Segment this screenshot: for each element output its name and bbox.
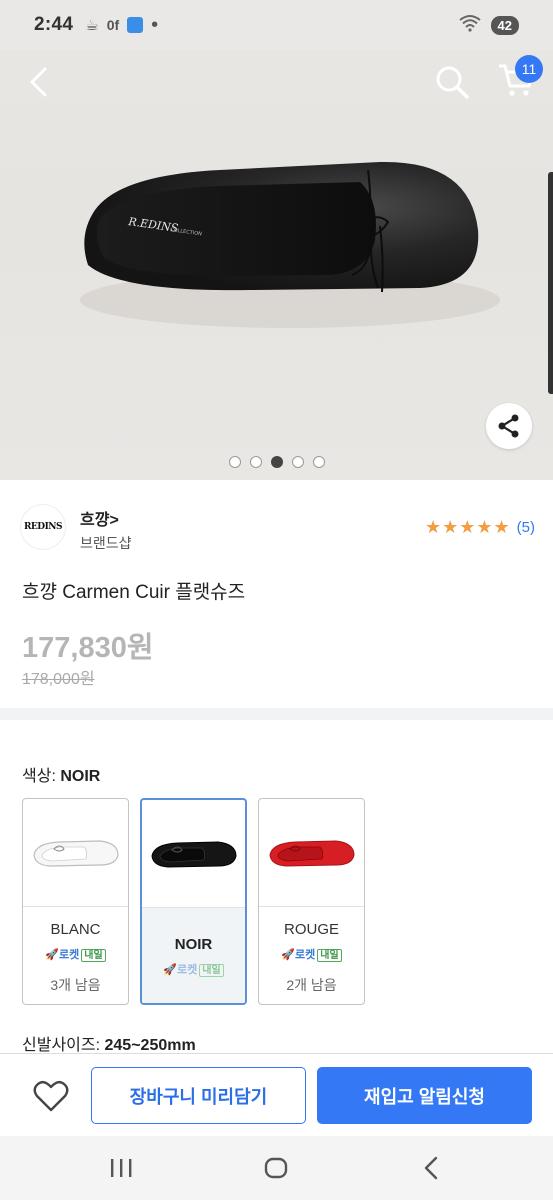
swatch-name: ROUGE bbox=[283, 921, 339, 938]
brand-logo[interactable]: REDINS bbox=[20, 504, 66, 550]
back-arrow-icon bbox=[424, 1156, 438, 1180]
battery-indicator: 42 bbox=[490, 15, 519, 35]
stock-remaining: 2개 남음 bbox=[286, 977, 337, 993]
pagination-dot[interactable] bbox=[291, 456, 304, 468]
rating[interactable]: ★ ★ ★ ★ ★ (5) bbox=[425, 518, 535, 536]
rocket-label: 로켓 bbox=[177, 964, 198, 976]
star-icon: ★ bbox=[476, 517, 493, 537]
rocket-delivery-badge: 🚀로켓 내일 bbox=[142, 961, 245, 977]
swatch-name: NOIR bbox=[174, 936, 213, 953]
brand-name-link[interactable]: 흐꺙> bbox=[80, 506, 119, 530]
status-notification-icons: ☕ 0f • bbox=[85, 14, 159, 36]
pagination-dot-active[interactable] bbox=[270, 456, 283, 468]
next-day-badge: 내일 bbox=[199, 964, 224, 977]
color-swatch-blanc[interactable]: BLANC 🚀로켓 내일 3개 남음 bbox=[22, 798, 129, 1005]
recent-apps-button[interactable] bbox=[101, 1152, 141, 1184]
share-icon bbox=[498, 414, 519, 438]
color-selected-value: NOIR bbox=[60, 768, 101, 785]
cart-count-badge: 11 bbox=[515, 55, 543, 83]
wishlist-button[interactable] bbox=[28, 1074, 74, 1118]
pagination-dot[interactable] bbox=[249, 456, 262, 468]
status-bar: 2:44 ☕ 0f • 42 bbox=[0, 0, 553, 50]
stock-remaining: 3개 남음 bbox=[50, 977, 101, 993]
bottom-action-bar: 장바구니 미리담기 재입고 알림신청 bbox=[0, 1053, 553, 1136]
system-back-button[interactable] bbox=[411, 1152, 451, 1184]
rocket-label: 로켓 bbox=[59, 949, 80, 961]
swatch-image bbox=[259, 799, 364, 907]
rocket-label: 로켓 bbox=[295, 949, 316, 961]
more-dot-icon: • bbox=[151, 14, 159, 36]
swatch-info: ROUGE 🚀로켓 내일 2개 남음 bbox=[259, 907, 364, 1004]
add-to-cart-button[interactable]: 장바구니 미리담기 bbox=[91, 1067, 306, 1124]
star-icon: ★ bbox=[424, 517, 442, 537]
share-button[interactable] bbox=[486, 403, 532, 449]
sale-price: 177,830원 bbox=[22, 632, 154, 664]
brand-shop-label: 브랜드샵 bbox=[80, 535, 132, 551]
color-option-label: 색상: NOIR bbox=[22, 762, 100, 786]
system-nav-bar bbox=[0, 1136, 553, 1200]
size-label-text: 신발사이즈: bbox=[22, 1037, 101, 1054]
gallery-pagination bbox=[0, 456, 553, 468]
home-button[interactable] bbox=[256, 1152, 296, 1184]
swatch-info: BLANC 🚀로켓 내일 3개 남음 bbox=[23, 907, 128, 1004]
search-button[interactable] bbox=[430, 60, 474, 104]
color-swatch-noir[interactable]: NOIR 🚀로켓 내일 bbox=[140, 798, 247, 1005]
rocket-delivery-badge: 🚀로켓 내일 bbox=[259, 946, 364, 962]
product-image-gallery[interactable]: R.EDINS COLLECTION bbox=[0, 50, 553, 480]
next-day-badge: 내일 bbox=[81, 949, 106, 962]
wifi-icon bbox=[458, 14, 481, 37]
swatch-name: BLANC bbox=[50, 921, 101, 938]
pagination-dot[interactable] bbox=[228, 456, 241, 468]
size-selected-value: 245~250mm bbox=[104, 1037, 196, 1054]
product-title: 흐꺙 Carmen Cuir 플랫슈즈 bbox=[22, 582, 246, 603]
back-button[interactable] bbox=[20, 62, 56, 102]
color-label-text: 색상: bbox=[22, 768, 56, 785]
status-right: 42 bbox=[458, 14, 519, 37]
scroll-indicator bbox=[548, 172, 553, 394]
star-icon: ★ bbox=[493, 517, 510, 537]
heart-icon bbox=[33, 1080, 69, 1112]
star-icon: ★ bbox=[442, 517, 459, 537]
product-shoe-image: R.EDINS COLLECTION bbox=[80, 161, 500, 328]
app-icon bbox=[127, 17, 144, 33]
status-time: 2:44 bbox=[34, 14, 74, 35]
restock-alert-button[interactable]: 재입고 알림신청 bbox=[317, 1067, 532, 1124]
swatch-info: NOIR 🚀로켓 내일 bbox=[142, 908, 245, 1003]
swatch-image bbox=[142, 800, 245, 908]
search-icon bbox=[436, 66, 469, 99]
star-icon: ★ bbox=[459, 517, 476, 537]
section-divider bbox=[0, 708, 553, 720]
brand-row: REDINS 흐꺙> 브랜드샵 ★ ★ ★ ★ ★ (5) bbox=[20, 500, 535, 560]
color-swatch-rouge[interactable]: ROUGE 🚀로켓 내일 2개 남음 bbox=[258, 798, 365, 1005]
size-option-label[interactable]: 신발사이즈: 245~250mm bbox=[22, 1031, 196, 1055]
rocket-delivery-badge: 🚀로켓 내일 bbox=[23, 946, 128, 962]
coffee-icon: ☕ bbox=[85, 17, 99, 34]
nfc-icon: 0f bbox=[106, 17, 120, 33]
recent-apps-icon bbox=[111, 1159, 132, 1177]
original-price: 178,000원 bbox=[22, 671, 95, 688]
home-icon bbox=[264, 1157, 288, 1179]
chevron-left-icon bbox=[30, 67, 47, 97]
swatch-image bbox=[23, 799, 128, 907]
next-day-badge: 내일 bbox=[317, 949, 342, 962]
pagination-dot[interactable] bbox=[312, 456, 325, 468]
review-count[interactable]: (5) bbox=[517, 519, 535, 536]
